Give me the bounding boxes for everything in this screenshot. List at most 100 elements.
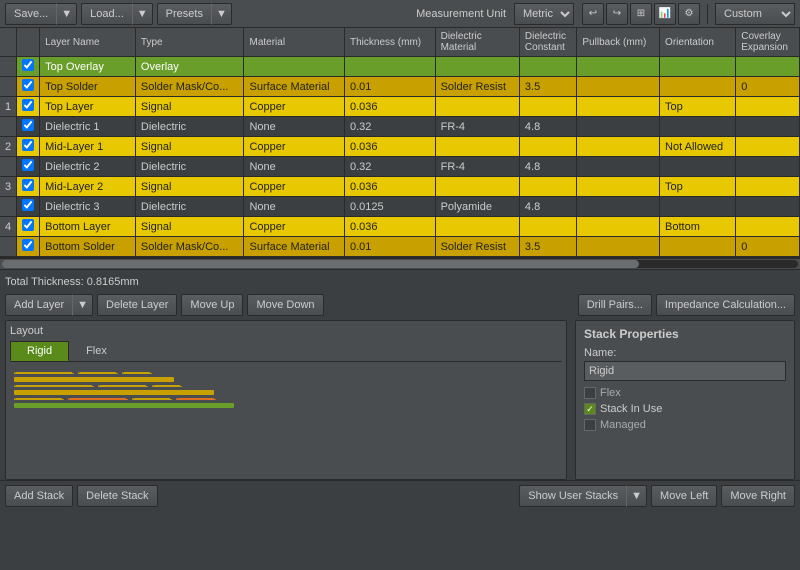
drill-pairs-button[interactable]: Drill Pairs... [578,294,652,316]
line-dashed-10 [176,398,216,400]
table-row[interactable]: Top SolderSolder Mask/Co...Surface Mater… [0,77,800,97]
stack-in-use-checkbox[interactable] [584,403,596,415]
table-cell [660,57,736,77]
table-row[interactable]: Dielectric 3DielectricNone0.0125Polyamid… [0,197,800,217]
add-stack-button[interactable]: Add Stack [5,485,73,507]
line-gold-2 [14,390,214,395]
layer-checkbox[interactable] [22,59,34,71]
table-cell [577,77,660,97]
name-input[interactable] [584,361,786,381]
settings-icon[interactable]: ⚙ [678,3,700,25]
layer-checkbox[interactable] [22,99,34,111]
table-row[interactable]: Dielectric 2DielectricNone0.32FR-44.8 [0,157,800,177]
table-cell[interactable] [0,237,17,257]
grid-icon[interactable]: ⊞ [630,3,652,25]
add-layer-button[interactable]: Add Layer [5,294,72,316]
table-row[interactable]: 3Mid-Layer 2SignalCopper0.036Top [0,177,800,197]
chart-icon[interactable]: 📊 [654,3,676,25]
table-row[interactable]: Dielectric 1DielectricNone0.32FR-44.8 [0,117,800,137]
save-dropdown-button[interactable]: ▼ [56,3,77,25]
table-cell [736,157,800,177]
table-cell: None [244,117,345,137]
managed-checkbox[interactable] [584,419,596,431]
table-cell: 4.8 [519,157,577,177]
layer-checkbox[interactable] [22,219,34,231]
redo-icon[interactable]: ↪ [606,3,628,25]
layer-checkbox[interactable] [22,199,34,211]
stack-row-6 [14,403,558,408]
custom-select[interactable]: Custom [715,3,795,25]
table-row[interactable]: 1Top LayerSignalCopper0.036Top [0,97,800,117]
load-group: Load... ▼ [81,3,153,25]
delete-layer-button[interactable]: Delete Layer [97,294,177,316]
table-cell[interactable]: 4 [0,217,17,237]
table-cell [435,57,519,77]
line-dashed-9 [132,398,172,400]
table-cell: 0.32 [344,157,435,177]
show-user-stacks-button[interactable]: Show User Stacks [519,485,626,507]
table-cell[interactable]: 1 [0,97,17,117]
table-cell [577,237,660,257]
flex-checkbox[interactable] [584,387,596,399]
layer-checkbox[interactable] [22,159,34,171]
add-layer-group: Add Layer ▼ [5,294,93,316]
scrollbar-thumb[interactable] [2,260,639,268]
total-thickness: Total Thickness: 0.8165mm [5,274,795,290]
presets-dropdown-button[interactable]: ▼ [211,3,232,25]
move-up-button[interactable]: Move Up [181,294,243,316]
tab-flex[interactable]: Flex [69,341,124,361]
table-cell [519,57,577,77]
table-cell [244,57,345,77]
table-cell[interactable] [0,57,17,77]
presets-button[interactable]: Presets [157,3,211,25]
show-user-stacks-dropdown[interactable]: ▼ [626,485,647,507]
table-cell [577,117,660,137]
table-cell: Copper [244,217,345,237]
table-cell: Surface Material [244,77,345,97]
load-dropdown-button[interactable]: ▼ [132,3,153,25]
flex-checkbox-row: Flex [584,387,786,399]
table-cell[interactable] [0,77,17,97]
table-cell[interactable] [0,157,17,177]
tab-rigid[interactable]: Rigid [10,341,69,361]
action-bar: Add Layer ▼ Delete Layer Move Up Move Do… [5,294,795,316]
move-left-button[interactable]: Move Left [651,485,717,507]
layer-checkbox[interactable] [22,139,34,151]
layer-checkbox[interactable] [22,239,34,251]
table-row[interactable]: Top OverlayOverlay [0,57,800,77]
table-row[interactable]: 2Mid-Layer 1SignalCopper0.036Not Allowed [0,137,800,157]
table-row[interactable]: 4Bottom LayerSignalCopper0.036Bottom [0,217,800,237]
table-cell [435,137,519,157]
layer-checkbox[interactable] [22,179,34,191]
col-coverlay: CoverlayExpansion [736,28,800,57]
move-down-button[interactable]: Move Down [247,294,323,316]
layout-label: Layout [10,325,562,337]
layer-checkbox[interactable] [22,119,34,131]
table-cell [660,77,736,97]
load-button[interactable]: Load... [81,3,132,25]
table-cell [660,197,736,217]
line-green-1 [14,403,234,408]
table-cell: Bottom [660,217,736,237]
bottom-toolbar: Add Stack Delete Stack Show User Stacks … [0,480,800,511]
table-cell: Signal [135,177,244,197]
measurement-unit-select[interactable]: Metric [514,3,574,25]
table-cell: Top [660,97,736,117]
table-cell[interactable] [0,117,17,137]
table-cell [435,217,519,237]
delete-stack-button[interactable]: Delete Stack [77,485,157,507]
table-cell: 0.036 [344,177,435,197]
table-cell: Solder Mask/Co... [135,237,244,257]
add-layer-dropdown[interactable]: ▼ [72,294,93,316]
layer-checkbox[interactable] [22,79,34,91]
table-cell[interactable]: 3 [0,177,17,197]
horizontal-scrollbar[interactable] [0,258,800,270]
impedance-button[interactable]: Impedance Calculation... [656,294,795,316]
save-button[interactable]: Save... [5,3,56,25]
table-cell: 0.01 [344,77,435,97]
undo-icon[interactable]: ↩ [582,3,604,25]
table-cell[interactable] [0,197,17,217]
move-right-button[interactable]: Move Right [721,485,795,507]
table-cell[interactable]: 2 [0,137,17,157]
table-row[interactable]: Bottom SolderSolder Mask/Co...Surface Ma… [0,237,800,257]
